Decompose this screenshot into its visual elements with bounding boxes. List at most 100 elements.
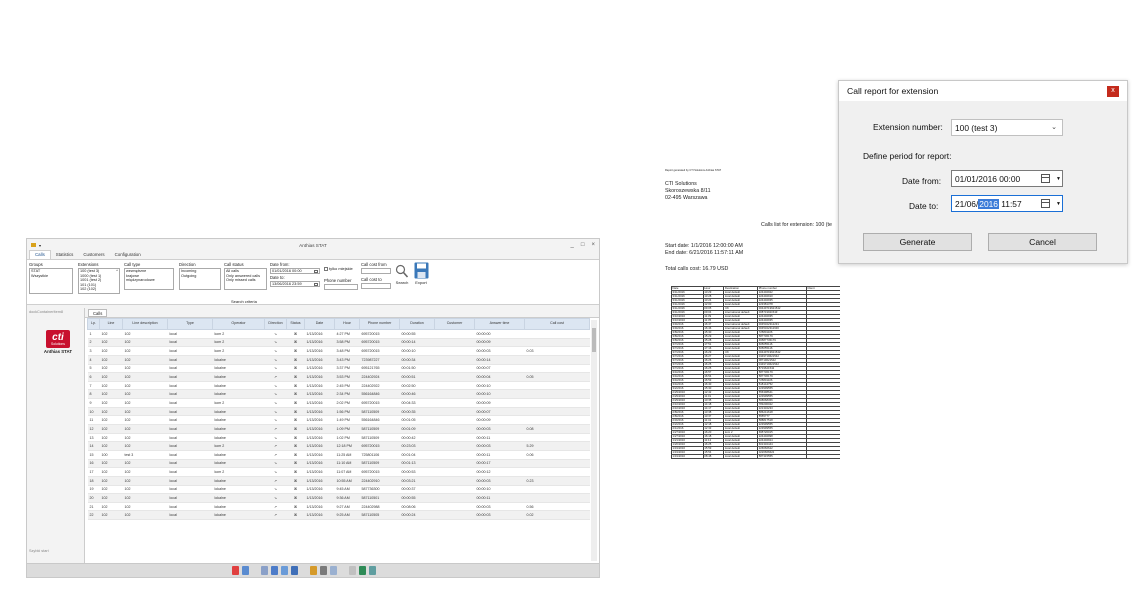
calls-table-row[interactable]: 2 102 102 local kom 2 ↘ ⌘ 1/13/2016 3:58 PM 69572…: [87, 338, 590, 348]
users-icon[interactable]: [271, 566, 278, 575]
calls-table-row[interactable]: 12 102 102 local lokalne ↗ ⌘ 1/13/2016 1:09 PM 58…: [87, 424, 590, 434]
calls-cell: 102: [99, 372, 123, 382]
calls-column-header[interactable]: Duration: [399, 318, 435, 330]
tab-statistics[interactable]: Statistics: [51, 251, 79, 259]
dropdown-arrow-icon[interactable]: ▼: [1056, 201, 1061, 207]
calls-cell: 9: [87, 398, 100, 408]
calendar-icon[interactable]: [314, 282, 318, 286]
calls-column-header[interactable]: Type: [167, 318, 213, 330]
calls-cell: [434, 415, 475, 426]
calls-table-row[interactable]: 19 102 102 local lokalne ↘ ⌘ 1/13/2016 9:45 AM 58…: [87, 485, 590, 495]
dropdown-arrow-icon[interactable]: ▼: [1056, 176, 1061, 182]
extension-number-select[interactable]: 100 (test 3) ⌄: [951, 119, 1063, 136]
callstatus-item[interactable]: Only missed calls: [226, 278, 265, 283]
quick-access-dropdown-icon[interactable]: ▾: [39, 243, 41, 248]
calls-icon[interactable]: [242, 566, 249, 575]
report-icon[interactable]: [232, 566, 239, 575]
phone-icon[interactable]: [349, 566, 356, 575]
export-icon[interactable]: [330, 566, 337, 575]
calltype-list[interactable]: wewnętrzne krajowe międzynarodowe: [124, 268, 174, 290]
grid-scrollbar[interactable]: [591, 320, 597, 561]
calls-column-header[interactable]: Operator: [212, 318, 265, 330]
tab-calls-grid[interactable]: Calls: [88, 308, 108, 317]
calls-table-row[interactable]: 7 102 102 local lokalne ↘ ⌘ 1/13/2016 2:45 PM 224…: [87, 381, 590, 391]
maximize-icon[interactable]: □: [581, 242, 585, 248]
person-icon[interactable]: [310, 566, 317, 575]
search-button[interactable]: Search: [394, 264, 410, 285]
calls-table-row[interactable]: 1 102 102 local kom 2 ↘ ⌘ 1/13/2016 4:27 PM 69572…: [87, 329, 590, 339]
calls-table-row[interactable]: 18 102 102 local lokalne ↗ ⌘ 1/13/2016 10:55 AM 2…: [87, 476, 590, 486]
calls-cell: 102: [99, 407, 123, 417]
group-item[interactable]: Wszystkie: [31, 274, 71, 279]
date-from-input[interactable]: 01/01/2016 00:00 ▼: [951, 170, 1063, 187]
calls-table-row[interactable]: 4 102 102 local lokalne ↘ ⌘ 1/13/2016 3:43 PM 723…: [87, 355, 590, 365]
direction-item[interactable]: Outgoing: [181, 274, 219, 279]
calls-table-row[interactable]: 20 102 102 local lokalne ↘ ⌘ 1/13/2016 9:36 AM 58…: [87, 493, 590, 503]
calls-cell: 3:53 PM: [334, 372, 360, 382]
calls-column-header[interactable]: Phone number: [359, 318, 400, 330]
calls-table-row[interactable]: 10 102 102 local lokalne ↘ ⌘ 1/13/2016 1:56 PM 58…: [87, 407, 590, 417]
tylko-checkbox[interactable]: [324, 266, 328, 271]
calendar-icon[interactable]: [314, 269, 318, 273]
calls-table-row[interactable]: 5 102 102 local lokalne ↘ ⌘ 1/13/2016 3:37 PM 695…: [87, 364, 590, 374]
calls-table-row[interactable]: 9 102 102 local kom 2 ↘ ⌘ 1/13/2016 2:02 PM 69572…: [87, 398, 590, 408]
list-scroll-up-icon[interactable]: ^: [116, 269, 118, 274]
settings-icon[interactable]: [320, 566, 327, 575]
calls-cell: local: [167, 467, 213, 477]
calendar-icon[interactable]: [1041, 174, 1050, 183]
tab-calls[interactable]: Calls: [29, 250, 51, 259]
calltype-item[interactable]: międzynarodowe: [126, 278, 172, 283]
calls-table-row[interactable]: 8 102 102 local lokalne ↘ ⌘ 1/13/2016 2:34 PM 556…: [87, 389, 590, 400]
dateto-input[interactable]: 13/06/2016 23:59: [270, 281, 320, 287]
calls-column-header[interactable]: Line: [99, 318, 123, 330]
list-icon[interactable]: [291, 566, 298, 575]
calls-table-row[interactable]: 16 102 102 local lokalne ↘ ⌘ 1/13/2016 11:10 AM 5…: [87, 459, 590, 469]
callcostfrom-input[interactable]: [361, 268, 391, 274]
scroll-thumb[interactable]: [592, 328, 596, 352]
calls-column-header[interactable]: Direction: [264, 318, 287, 330]
calls-column-header[interactable]: Customer: [434, 318, 475, 330]
phone-input[interactable]: [324, 284, 358, 290]
report-period: Start date: 1/1/2016 12:00:00 AM End dat…: [665, 243, 743, 257]
calls-table-row[interactable]: 14 102 102 local kom 2 ↗ ⌘ 1/13/2016 12:18 PM 695…: [87, 441, 590, 451]
calls-column-header[interactable]: Line description: [122, 318, 168, 330]
calls-column-header[interactable]: Date: [304, 318, 335, 330]
app-menu-icon[interactable]: [31, 243, 36, 247]
calls-cell: lokalne: [212, 485, 265, 495]
extensions-list[interactable]: 100 (test 3) 1000 (test 1) 1001 (test 2)…: [78, 268, 120, 294]
cancel-button[interactable]: Cancel: [988, 233, 1097, 251]
calls-cell: 00:00:10: [474, 389, 525, 400]
stats-icon[interactable]: [359, 566, 366, 575]
callcostto-input[interactable]: [361, 283, 391, 289]
calls-column-header[interactable]: Call cost: [524, 318, 590, 330]
calls-table-row[interactable]: 13 102 102 local lokalne ↘ ⌘ 1/13/2016 1:02 PM 58…: [87, 433, 590, 443]
dialog-close-button[interactable]: x: [1107, 86, 1119, 97]
calls-column-header[interactable]: Lp.: [87, 318, 100, 330]
minimize-icon[interactable]: _: [571, 242, 574, 248]
generate-button[interactable]: Generate: [863, 233, 972, 251]
calls-table-row[interactable]: 22 102 102 local lokalne ↗ ⌘ 1/13/2016 9:25 AM 58…: [87, 510, 590, 521]
callstatus-list[interactable]: All calls Only answered calls Only misse…: [224, 268, 267, 290]
extension-item[interactable]: 102 (102): [80, 287, 118, 292]
network-icon[interactable]: [369, 566, 376, 575]
document-icon[interactable]: [261, 566, 268, 575]
chart-icon[interactable]: [281, 566, 288, 575]
calls-table-row[interactable]: 17 102 102 local kom 2 ↘ ⌘ 1/13/2016 11:07 AM 695…: [87, 467, 590, 477]
direction-list[interactable]: Incoming Outgoing: [179, 268, 221, 290]
calls-table-row[interactable]: 6 102 102 local lokalne ↗ ⌘ 1/13/2016 3:53 PM 224…: [87, 372, 590, 382]
tab-configuration[interactable]: Configuration: [110, 251, 146, 259]
calls-table-row[interactable]: 15 100 test 3 local lokalne ↗ ⌘ 1/13/2016 11:25 …: [87, 450, 590, 460]
calls-column-header[interactable]: Hour: [334, 318, 360, 330]
datefrom-input[interactable]: 01/01/2016 00:00: [270, 268, 320, 274]
calls-table-row[interactable]: 11 102 102 local lokalne ↘ ⌘ 1/13/2016 1:49 PM 55…: [87, 415, 590, 426]
date-to-input[interactable]: 21/06/2016 11:57 ▼: [951, 195, 1063, 212]
tab-customers[interactable]: Customers: [78, 251, 109, 259]
export-button[interactable]: Export: [413, 262, 429, 285]
close-icon[interactable]: ×: [591, 242, 595, 248]
calendar-icon[interactable]: [1041, 199, 1050, 208]
calls-table-row[interactable]: 3 102 102 local kom 2 ↘ ⌘ 1/13/2016 3:48 PM 69572…: [87, 346, 590, 356]
calls-column-header[interactable]: Answer time: [474, 318, 525, 330]
calls-column-header[interactable]: Status: [286, 318, 305, 330]
groups-list[interactable]: STAT Wszystkie: [29, 268, 73, 294]
calls-table-row[interactable]: 21 102 102 local lokalne ↗ ⌘ 1/13/2016 9:27 AM 22…: [87, 502, 590, 512]
